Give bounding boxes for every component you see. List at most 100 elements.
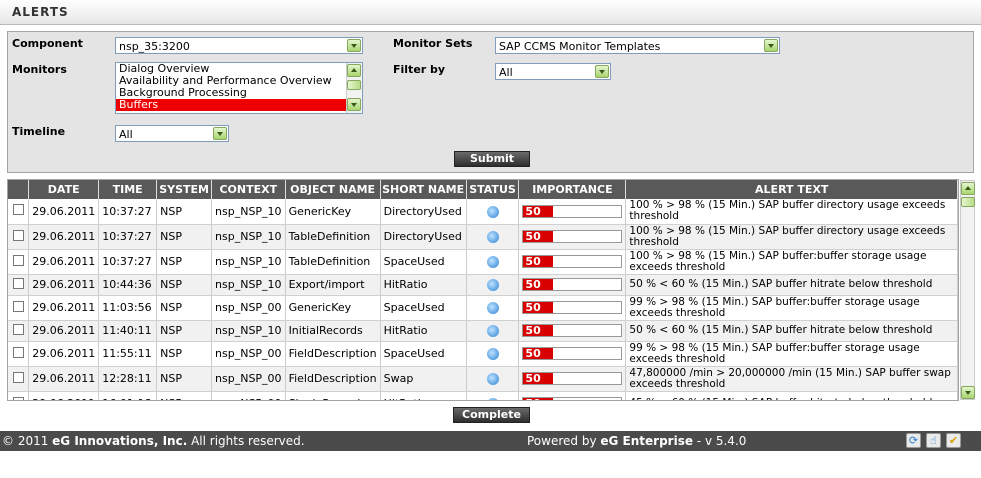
timeline-value: All xyxy=(119,128,133,141)
short-name-cell: DirectoryUsed xyxy=(380,199,467,225)
refresh-icon[interactable] xyxy=(486,302,499,314)
table-header-row: DATE TIME SYSTEM CONTEXT OBJECT NAME SHO… xyxy=(8,180,958,199)
row-select-cell xyxy=(8,199,30,225)
alert-text-cell: 50 % < 60 % (15 Min.) SAP buffer hitrate… xyxy=(625,274,958,296)
chevron-down-icon[interactable] xyxy=(347,39,361,52)
table-row[interactable]: 29.06.2011 10:44:36 NSP nsp_NSP_10 Export/im… xyxy=(8,274,958,296)
column-header-object-name[interactable]: OBJECT NAME xyxy=(285,180,381,199)
copyright: © 2011 eG Innovations, Inc. All rights r… xyxy=(2,434,305,448)
object-name-cell: FieldDescription xyxy=(285,366,381,392)
row-checkbox[interactable] xyxy=(12,371,24,383)
date-cell: 29.06.2011 xyxy=(28,199,100,225)
row-checkbox[interactable] xyxy=(12,323,24,335)
listbox-scrollbar[interactable] xyxy=(346,63,362,113)
alert-text-cell: 45 % < 60 % (15 Min.) SAP buffer hitrate… xyxy=(625,391,958,400)
importance-value: 50 xyxy=(523,231,553,242)
short-name-cell: HitRatio xyxy=(380,274,467,296)
column-header-context[interactable]: CONTEXT xyxy=(211,180,286,199)
importance-bar: 50 xyxy=(522,347,623,360)
table-row[interactable]: 29.06.201116:01:18NSPnsp_NSP_00SingleRec… xyxy=(8,391,958,400)
status-cell xyxy=(466,199,520,225)
monitor-sets-select[interactable]: SAP CCMS Monitor Templates xyxy=(495,37,780,54)
importance-bar: 50 xyxy=(522,255,623,268)
check-icon[interactable]: ✔ xyxy=(946,433,961,448)
row-select-cell xyxy=(8,366,30,392)
row-checkbox[interactable] xyxy=(12,300,24,312)
list-item-selected[interactable]: Buffers xyxy=(116,99,346,111)
row-checkbox[interactable] xyxy=(12,254,24,266)
component-select[interactable]: nsp_35:3200 xyxy=(115,37,363,54)
row-checkbox[interactable] xyxy=(12,229,24,241)
short-name-cell: SpaceUsed xyxy=(380,249,467,275)
date-cell: 29.06.2011 xyxy=(28,224,100,250)
refresh-icon[interactable] xyxy=(486,325,499,337)
column-header-importance[interactable]: IMPORTANCE xyxy=(518,180,627,199)
status-cell xyxy=(466,391,520,400)
refresh-icon[interactable] xyxy=(486,373,499,385)
time-cell: 11:03:56 xyxy=(98,295,158,321)
date-cell: 29.06.2011 xyxy=(28,391,100,400)
chevron-down-icon[interactable] xyxy=(595,65,609,78)
row-select-cell xyxy=(8,295,30,321)
scroll-down-icon[interactable] xyxy=(961,386,975,399)
table-row[interactable]: 29.06.2011 11:40:11 NSP nsp_NSP_10 InitialRe… xyxy=(8,320,958,342)
table-row[interactable]: 29.06.2011 12:28:11 NSP nsp_NSP_00 FieldDesc… xyxy=(8,366,958,392)
table-row[interactable]: 29.06.2011 10:37:27 NSP nsp_NSP_10 TableDefi… xyxy=(8,224,958,250)
table-row[interactable]: 29.06.2011 10:37:27 NSP nsp_NSP_10 GenericKe… xyxy=(8,199,958,225)
complete-button[interactable]: Complete xyxy=(453,407,530,423)
refresh-icon[interactable] xyxy=(486,256,499,268)
column-header-system[interactable]: SYSTEM xyxy=(156,180,213,199)
table-scrollbar[interactable] xyxy=(960,180,975,400)
scroll-thumb[interactable] xyxy=(961,197,975,207)
column-header-status[interactable]: STATUS xyxy=(466,180,520,199)
refresh-icon[interactable] xyxy=(486,205,499,218)
object-name-cell: TableDefinition xyxy=(285,249,381,275)
object-name-cell: InitialRecords xyxy=(285,320,381,342)
refresh-icon[interactable] xyxy=(486,398,499,400)
status-cell xyxy=(466,366,520,392)
importance-cell: 50 xyxy=(518,274,627,296)
scroll-down-icon[interactable] xyxy=(347,98,361,111)
column-header-time[interactable]: TIME xyxy=(98,180,158,199)
time-cell: 10:44:36 xyxy=(98,274,158,296)
monitors-listbox[interactable]: Dialog Overview Availability and Perform… xyxy=(115,62,363,114)
filter-by-select[interactable]: All xyxy=(495,63,611,80)
timeline-select[interactable]: All xyxy=(115,125,229,142)
object-name-cell: TableDefinition xyxy=(285,224,381,250)
table-row[interactable]: 29.06.2011 11:55:11 NSP nsp_NSP_00 FieldDesc… xyxy=(8,341,958,367)
column-header-date[interactable]: DATE xyxy=(28,180,100,199)
monitor-sets-label: Monitor Sets xyxy=(393,37,473,50)
footer: © 2011 eG Innovations, Inc. All rights r… xyxy=(0,431,981,451)
importance-value: 50 xyxy=(523,325,553,336)
status-cell xyxy=(466,341,520,367)
page-title: ALERTS xyxy=(12,5,69,19)
scroll-thumb[interactable] xyxy=(347,80,361,90)
row-checkbox[interactable] xyxy=(12,204,24,216)
short-name-cell: DirectoryUsed xyxy=(380,224,467,250)
importance-value: 50 xyxy=(523,302,553,313)
context-cell: nsp_NSP_10 xyxy=(211,224,286,250)
status-cell xyxy=(466,224,520,250)
column-header-alert-text[interactable]: ALERT TEXT xyxy=(625,180,958,199)
refresh-icon[interactable]: ⟳ xyxy=(906,433,921,448)
alert-text-cell: 99 % > 98 % (15 Min.) SAP buffer:buffer … xyxy=(625,341,958,367)
scroll-up-icon[interactable] xyxy=(961,182,975,195)
table-row[interactable]: 29.06.2011 11:03:56 NSP nsp_NSP_00 GenericKe… xyxy=(8,295,958,321)
column-header-short-name[interactable]: SHORT NAME xyxy=(380,180,467,199)
refresh-icon[interactable] xyxy=(486,279,499,291)
component-value: nsp_35:3200 xyxy=(119,40,190,53)
table-row[interactable]: 29.06.2011 10:37:27 NSP nsp_NSP_10 TableDefi… xyxy=(8,249,958,275)
chevron-down-icon[interactable] xyxy=(764,39,778,52)
row-checkbox[interactable] xyxy=(12,277,24,289)
system-cell: NSP xyxy=(156,366,213,392)
chevron-down-icon[interactable] xyxy=(213,127,227,140)
row-checkbox[interactable] xyxy=(12,396,24,400)
scroll-up-icon[interactable] xyxy=(347,64,361,77)
refresh-icon[interactable] xyxy=(486,348,499,360)
importance-bar: 50 xyxy=(522,278,623,291)
refresh-icon[interactable] xyxy=(486,231,499,243)
row-select-cell xyxy=(8,274,30,296)
row-checkbox[interactable] xyxy=(12,346,24,358)
pointer-icon[interactable]: ☝ xyxy=(926,433,941,448)
submit-button[interactable]: Submit xyxy=(454,151,530,167)
